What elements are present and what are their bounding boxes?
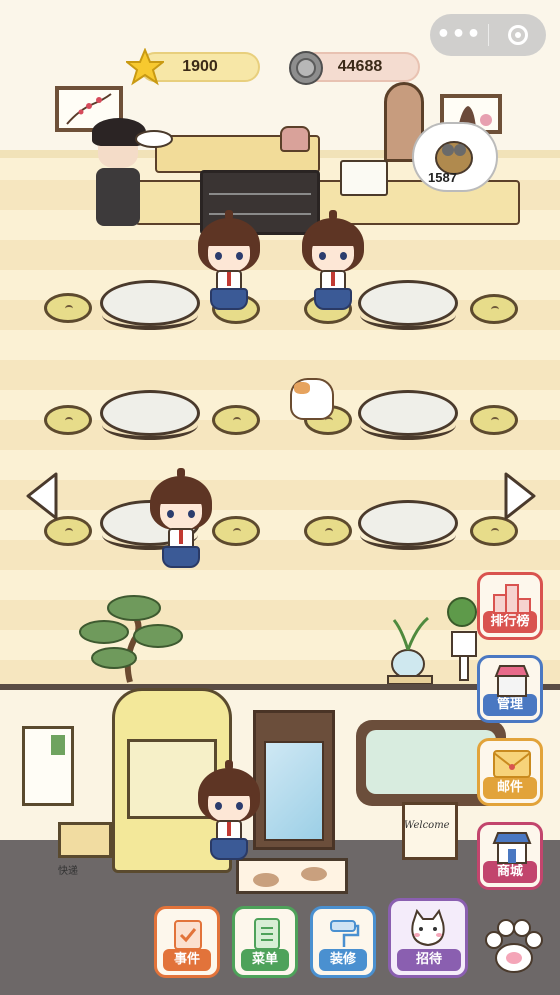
more-menu-button[interactable]: ••• [430,14,488,56]
leaderboard-icon [493,584,531,614]
waiter-suit [96,168,140,226]
display-shelf [209,193,311,195]
management-button[interactable]: 管理 [477,655,543,723]
decorate-button[interactable]: 装修 [310,906,376,978]
menu-button[interactable]: 菜单 [232,906,298,978]
envelope-icon [493,750,531,778]
glass-door[interactable] [253,710,335,850]
seat-cushion[interactable] [44,405,92,435]
telephone-icon [280,126,310,152]
menu-book-icon [254,918,280,950]
previous-floor-arrow-icon[interactable] [24,470,60,522]
next-floor-arrow-icon[interactable] [502,470,538,522]
cash-register [340,160,388,196]
waiter-character[interactable] [86,118,173,228]
dining-table[interactable] [358,390,458,440]
schoolgirl-customer[interactable] [298,210,368,318]
miniapp-capsule: ••• [430,14,546,56]
schoolgirl-customer[interactable] [194,210,264,318]
dining-table[interactable] [100,390,200,440]
seat-cushion[interactable] [44,293,92,323]
glass-vase-plant-icon [387,616,433,685]
coin-icon [289,51,323,85]
cat-patch [294,382,310,394]
menu-label: 菜单 [241,949,289,971]
dining-table[interactable] [358,280,458,330]
seat-cushion[interactable] [212,516,260,546]
checklist-icon [174,920,202,950]
welcome-sign-text: Welcome [404,820,450,831]
reception-button[interactable]: 招待 [388,898,468,978]
seat-cushion[interactable] [212,405,260,435]
store-button[interactable]: 商城 [477,822,543,890]
star-icon [126,48,164,86]
decorate-label: 装修 [319,949,367,971]
order-count: 1587 [428,170,457,185]
paint-roller-icon [330,920,360,947]
seat-cushion[interactable] [470,405,518,435]
dining-table[interactable] [100,280,200,330]
paw-icon[interactable] [478,910,548,980]
ingredient-sack-icon [435,141,473,175]
seat-cushion[interactable] [470,294,518,324]
leaderboard-button[interactable]: 排行榜 [477,572,543,640]
reception-label: 招待 [397,949,461,971]
schoolgirl-customer[interactable] [146,468,216,576]
shop-stall-icon [494,665,530,697]
schoolgirl-customer[interactable] [194,760,264,868]
welcome-sign [402,802,458,860]
seat-cushion[interactable] [304,516,352,546]
events-button[interactable]: 事件 [154,906,220,978]
notice-board[interactable] [22,726,74,806]
cat-face-icon [411,909,445,947]
dining-table[interactable] [358,500,458,550]
delivery-box-label: 快递 [58,866,78,877]
bonsai-tree-icon [79,595,183,683]
calico-cat-customer[interactable] [290,378,334,420]
close-ring-icon [507,25,528,45]
mail-button[interactable]: 邮件 [477,738,543,806]
close-miniapp-button[interactable] [489,25,546,45]
star-count: 1900 [182,58,218,75]
delivery-box[interactable] [58,822,112,858]
coin-count: 44688 [337,58,383,75]
white-cat-on-shoulder-icon [135,130,173,148]
events-label: 事件 [163,949,211,971]
store-icon [492,832,532,864]
